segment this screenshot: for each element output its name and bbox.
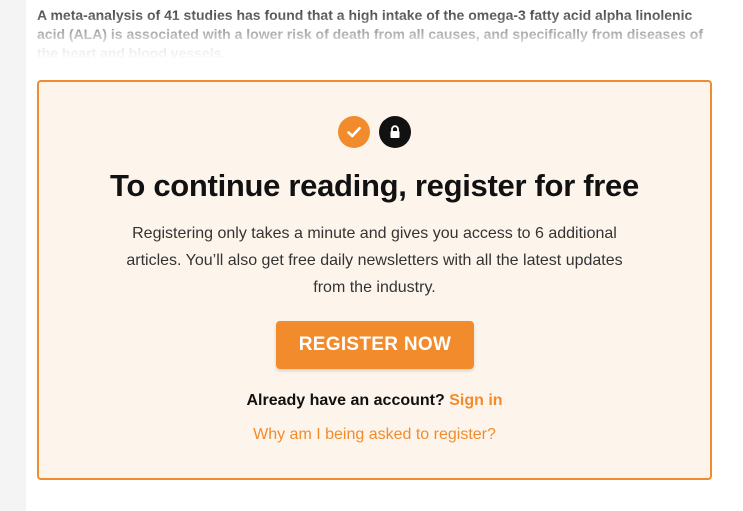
regwall-icons xyxy=(39,116,710,148)
regwall-title: To continue reading, register for free xyxy=(110,168,639,203)
registration-wall: To continue reading, register for free R… xyxy=(37,80,712,480)
article-teaser: A meta-analysis of 41 studies has found … xyxy=(37,6,717,60)
sign-in-link[interactable]: Sign in xyxy=(449,392,502,409)
account-prompt-text: Already have an account? xyxy=(246,392,450,409)
why-register-link[interactable]: Why am I being asked to register? xyxy=(39,426,710,444)
register-now-button[interactable]: REGISTER NOW xyxy=(276,321,474,369)
check-icon xyxy=(338,116,370,148)
sign-in-prompt: Already have an account? Sign in xyxy=(39,392,710,410)
regwall-description: Registering only takes a minute and give… xyxy=(126,225,623,296)
article-teaser-text: A meta-analysis of 41 studies has found … xyxy=(37,7,703,60)
lock-icon xyxy=(379,116,411,148)
page: A meta-analysis of 41 studies has found … xyxy=(26,0,743,511)
